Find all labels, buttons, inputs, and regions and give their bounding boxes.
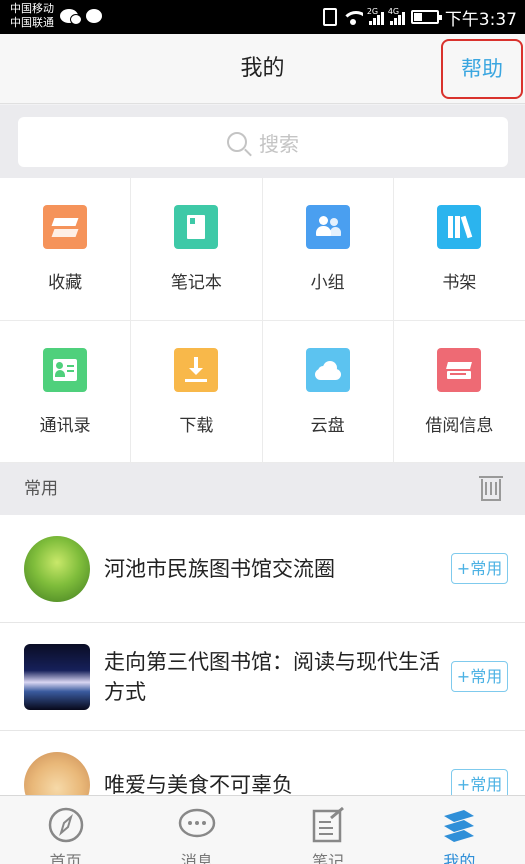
search-icon xyxy=(227,132,247,152)
search-placeholder: 搜索 xyxy=(259,131,299,156)
vibrate-icon xyxy=(322,8,337,26)
notification-icons xyxy=(60,9,102,25)
signal-icon: 2G xyxy=(366,7,384,25)
list-item-title: 河池市民族图书馆交流圈 xyxy=(104,557,335,581)
sig2-tag: 4G xyxy=(387,7,400,16)
add-frequent-button[interactable]: +常用 xyxy=(451,661,508,692)
message-icon xyxy=(178,808,216,838)
grid-item-label: 云盘 xyxy=(310,415,345,436)
thumbnail-night-city xyxy=(24,644,90,710)
grid-item-bookshelf[interactable]: 书架 xyxy=(393,178,525,321)
thumbnail-dessert xyxy=(24,752,90,795)
trash-icon[interactable] xyxy=(479,476,503,501)
grid-item-label: 书架 xyxy=(442,273,477,293)
cloud-icon xyxy=(305,347,350,392)
notebook-icon xyxy=(174,205,219,249)
search-input[interactable]: 搜索 xyxy=(18,117,508,167)
grid-item-download[interactable]: 下载 xyxy=(131,320,263,463)
list-item-title: 唯爱与美食不可辜负 xyxy=(104,773,293,795)
grid-item-label: 小组 xyxy=(310,273,345,293)
grid-item-borrow-info[interactable]: 借阅信息 xyxy=(393,321,525,463)
section-label: 常用 xyxy=(24,479,58,499)
favorites-icon xyxy=(43,205,88,249)
search-area: 搜索 xyxy=(0,105,525,178)
tab-messages[interactable]: 消息 xyxy=(131,796,262,864)
bottom-tab-bar: 首页 消息 笔记 我的 xyxy=(0,795,525,864)
list-item[interactable]: 河池市民族图书馆交流圈 +常用 xyxy=(0,515,525,623)
list-item[interactable]: 走向第三代图书馆：阅读与现代生活方式 +常用 xyxy=(0,623,525,731)
tab-home[interactable]: 首页 xyxy=(0,796,131,864)
grid-item-label: 笔记本 xyxy=(170,273,222,293)
status-bar: 中国移动 中国联通 2G 4G 下午3:37 xyxy=(0,0,525,34)
frequent-section-header: 常用 xyxy=(0,463,525,515)
title-bar: 我的 帮助 xyxy=(0,34,525,104)
signal-icon: 4G xyxy=(387,7,405,25)
wechat-icon xyxy=(60,9,82,25)
tab-label: 首页 xyxy=(49,852,82,864)
grid-item-notebook[interactable]: 笔记本 xyxy=(131,178,263,321)
contacts-icon xyxy=(43,347,88,392)
note-icon xyxy=(312,806,345,843)
chat-icon xyxy=(86,9,102,23)
download-icon xyxy=(174,347,219,392)
thumbnail-grass xyxy=(24,536,90,602)
tab-label: 笔记 xyxy=(312,852,345,864)
grid-item-group[interactable]: 小组 xyxy=(262,178,394,321)
frequent-list: 河池市民族图书馆交流圈 +常用 走向第三代图书馆：阅读与现代生活方式 +常用 唯… xyxy=(0,515,525,795)
carrier-2: 中国联通 xyxy=(10,16,54,29)
battery-icon xyxy=(410,10,442,24)
carrier-info: 中国移动 中国联通 xyxy=(10,2,54,30)
bookshelf-icon xyxy=(437,205,482,249)
grid-item-label: 下载 xyxy=(179,415,214,436)
add-frequent-button[interactable]: +常用 xyxy=(451,769,508,795)
tab-notes[interactable]: 笔记 xyxy=(263,796,394,864)
group-icon xyxy=(305,205,350,249)
tab-label: 我的 xyxy=(443,852,476,864)
grid-item-label: 收藏 xyxy=(48,273,83,293)
compass-icon xyxy=(48,807,83,843)
grid-item-contacts[interactable]: 通讯录 xyxy=(0,320,132,463)
grid-item-favorites[interactable]: 收藏 xyxy=(0,178,132,321)
help-button[interactable]: 帮助 xyxy=(441,39,523,99)
profile-layers-icon xyxy=(444,810,475,842)
carrier-1: 中国移动 xyxy=(10,2,54,15)
grid-item-label: 借阅信息 xyxy=(425,415,494,436)
list-item[interactable]: 唯爱与美食不可辜负 +常用 xyxy=(0,731,525,795)
grid-item-label: 通讯录 xyxy=(39,415,91,436)
tab-label: 消息 xyxy=(180,852,213,864)
tab-profile[interactable]: 我的 xyxy=(394,796,525,864)
add-frequent-button[interactable]: +常用 xyxy=(451,553,508,584)
wifi-icon xyxy=(342,9,363,25)
list-item-title: 走向第三代图书馆：阅读与现代生活方式 xyxy=(104,650,440,704)
borrow-info-icon xyxy=(437,347,482,392)
status-right: 2G 4G 下午3:37 xyxy=(322,0,517,34)
feature-grid: 收藏 笔记本 小组 书架 通讯录 下载 云盘 借阅信息 xyxy=(0,178,525,463)
clock: 下午3:37 xyxy=(444,9,517,30)
grid-item-cloud-drive[interactable]: 云盘 xyxy=(262,320,394,463)
sig1-tag: 2G xyxy=(366,7,379,16)
